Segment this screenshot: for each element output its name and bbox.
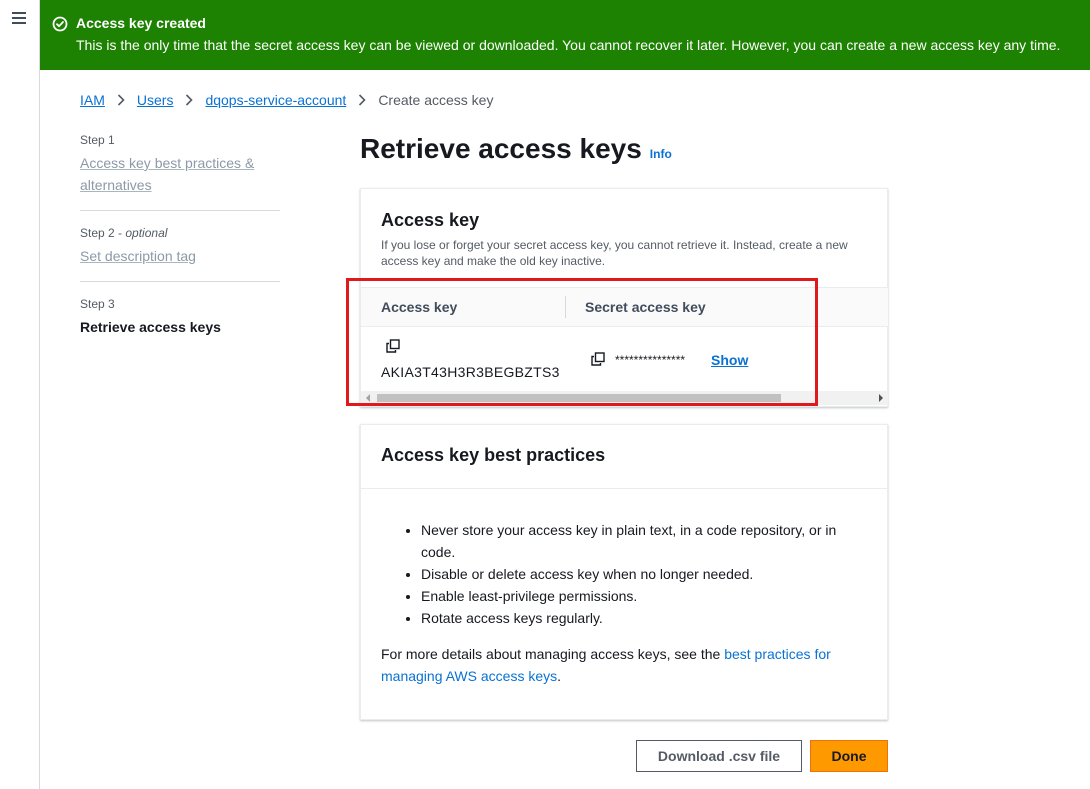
breadcrumb-users[interactable]: Users [137, 92, 174, 108]
best-practices-more-text: For more details about managing access k… [381, 646, 831, 684]
access-key-card-description: If you lose or forget your secret access… [381, 238, 848, 268]
list-item: Enable least-privilege permissions. [421, 585, 861, 607]
list-item: Never store your access key in plain tex… [421, 519, 861, 563]
step-3: Step 3 Retrieve access keys [80, 296, 280, 352]
step-link-best-practices[interactable]: Access key best practices & alternatives [80, 152, 280, 196]
flash-message: This is the only time that the secret ac… [76, 37, 1061, 53]
check-circle-icon [52, 16, 68, 32]
copy-icon[interactable] [386, 339, 400, 353]
column-header-secret-access-key: Secret access key [585, 299, 706, 315]
show-secret-link[interactable]: Show [711, 352, 748, 368]
chevron-right-icon [186, 94, 194, 106]
best-practices-list: Never store your access key in plain tex… [421, 519, 861, 629]
scroll-left-icon[interactable] [366, 394, 370, 402]
secret-access-key-masked: *************** [615, 353, 686, 367]
column-header-access-key: Access key [381, 299, 458, 315]
step-label: Step 3 [80, 297, 115, 311]
column-divider[interactable] [565, 296, 566, 318]
scrollbar-thumb[interactable] [377, 394, 781, 402]
access-key-card: Access key If you lose or forget your se… [360, 188, 888, 407]
page-title-text: Retrieve access keys [360, 133, 642, 164]
best-practices-card: Access key best practices Never store yo… [360, 424, 888, 720]
breadcrumb-current: Create access key [378, 92, 494, 108]
horizontal-scrollbar[interactable] [361, 391, 888, 405]
best-practices-card-title: Access key best practices [381, 445, 606, 465]
flash-title: Access key created [76, 15, 206, 31]
breadcrumb-iam[interactable]: IAM [80, 92, 105, 108]
menu-icon[interactable] [12, 12, 26, 24]
table-header: Access key Secret access key [361, 287, 888, 327]
page-title: Retrieve access keys Info [360, 133, 672, 165]
step-current-title: Retrieve access keys [80, 319, 221, 335]
list-item: Rotate access keys regularly. [421, 607, 861, 629]
chevron-right-icon [359, 94, 366, 106]
table-row: AKIA3T43H3R3BEGBZTS3 *************** Sho… [361, 327, 888, 391]
scroll-right-icon[interactable] [879, 394, 883, 402]
step-qualifier: optional [125, 226, 168, 240]
step-1: Step 1 Access key best practices & alter… [80, 132, 280, 211]
info-link[interactable]: Info [650, 147, 672, 161]
side-navigation-rail [0, 0, 40, 789]
breadcrumb-user[interactable]: dqops-service-account [205, 92, 346, 108]
success-flash-banner: Access key created This is the only time… [40, 0, 1090, 70]
access-key-card-title: Access key [381, 210, 480, 230]
step-2: Step 2 - optional Set description tag [80, 225, 280, 282]
step-label: Step 2 - optional [80, 226, 168, 240]
chevron-right-icon [117, 94, 125, 106]
breadcrumb: IAM Users dqops-service-account Create a… [80, 92, 493, 108]
step-label: Step 1 [80, 133, 115, 147]
access-key-id: AKIA3T43H3R3BEGBZTS3 [381, 364, 560, 380]
wizard-steps: Step 1 Access key best practices & alter… [80, 132, 280, 366]
download-csv-button[interactable]: Download .csv file [636, 740, 802, 772]
done-button[interactable]: Done [810, 740, 888, 772]
list-item: Disable or delete access key when no lon… [421, 563, 861, 585]
copy-icon[interactable] [591, 352, 605, 366]
access-key-table: Access key Secret access key AKIA3T43H3R… [361, 287, 888, 405]
step-link-description-tag[interactable]: Set description tag [80, 245, 196, 267]
